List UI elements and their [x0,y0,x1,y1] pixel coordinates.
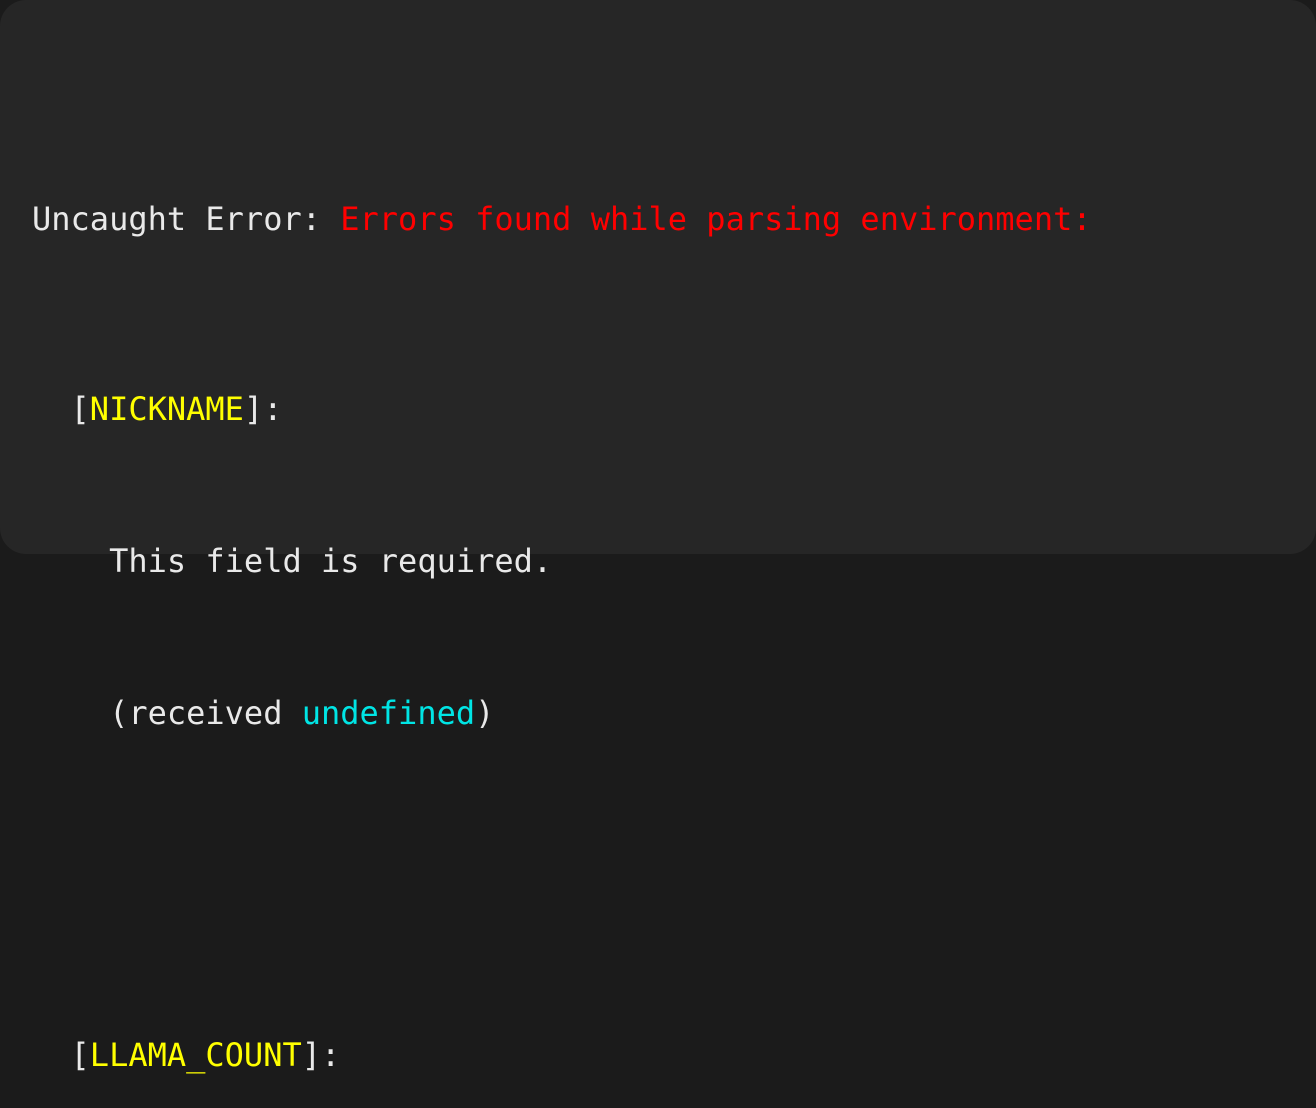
error-headline: Errors found while parsing environment: [340,200,1092,238]
issue-key-line: [LLAMA_COUNT]: [32,1036,1316,1074]
received-prefix: (received [109,694,302,732]
issue-key-line: [NICKNAME]: [32,390,1316,428]
issue-message-line: This field is required. [32,542,1316,580]
open-bracket: [ [70,1036,90,1074]
received-suffix: ) [475,694,495,732]
open-bracket: [ [70,390,90,428]
error-headline-line: Uncaught Error: Errors found while parsi… [32,200,1316,238]
issue-received-line: (received undefined) [32,694,1316,732]
close-bracket: ]: [301,1036,341,1074]
error-output-panel: Uncaught Error: Errors found while parsi… [0,0,1316,1074]
issue-key-llama-count: LLAMA_COUNT [89,1036,302,1074]
issue-message-nickname: This field is required. [109,542,553,580]
error-prefix: Uncaught Error: [32,200,341,238]
received-value-nickname: undefined [301,694,476,732]
close-bracket: ]: [243,390,283,428]
issue-key-nickname: NICKNAME [89,390,244,428]
